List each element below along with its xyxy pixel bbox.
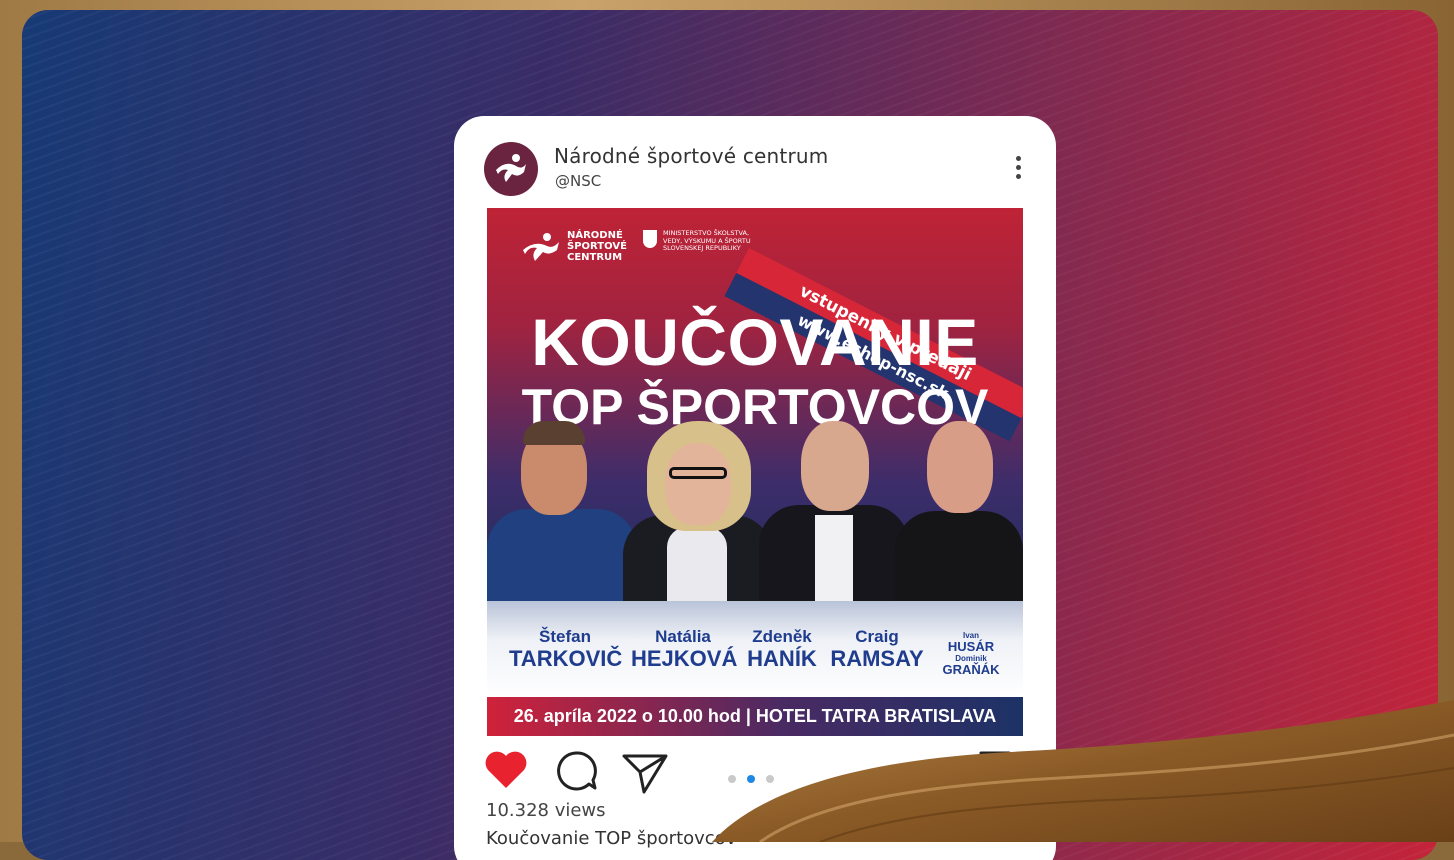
decorative-brush-stroke (712, 700, 1454, 842)
